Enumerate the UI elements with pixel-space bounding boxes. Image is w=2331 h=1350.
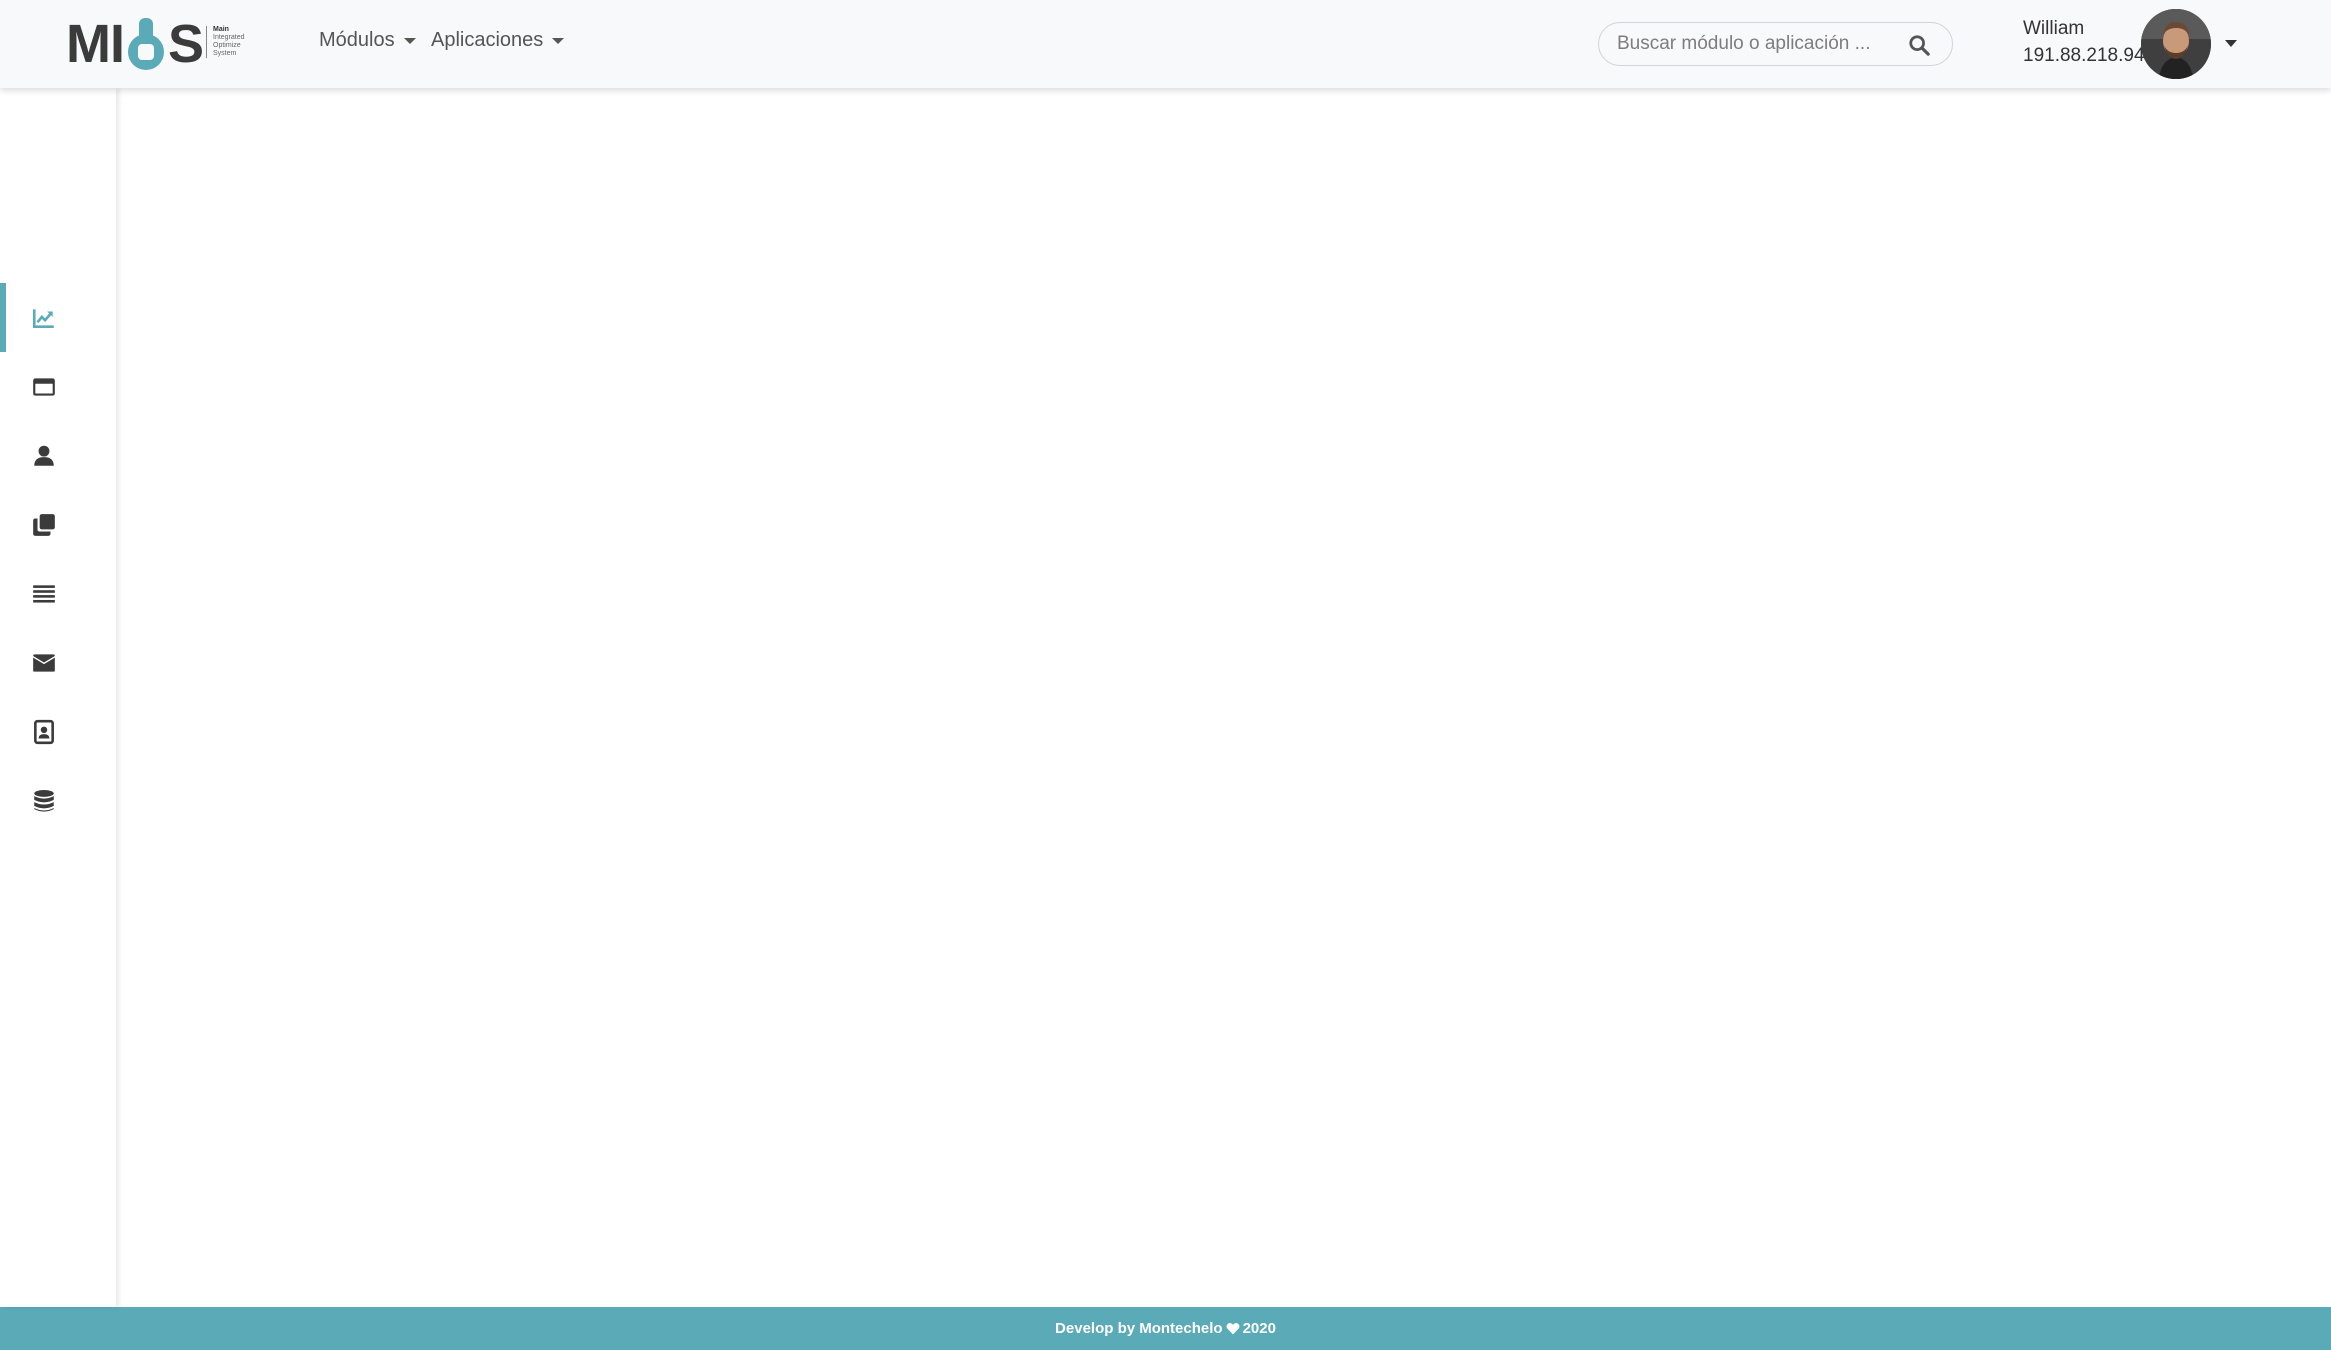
clone-icon	[33, 513, 55, 536]
top-navbar: MI S Main Integrated Optimize System Mód…	[0, 0, 2331, 88]
logo-tagline-line: Integrated	[213, 34, 245, 41]
caret-down-icon	[403, 37, 416, 44]
user-ip: 191.88.218.94	[2023, 45, 2145, 66]
aplicaciones-label: Aplicaciones	[431, 29, 544, 51]
database-icon	[34, 789, 54, 812]
search-input[interactable]	[1617, 33, 1907, 55]
sidebar-item-users[interactable]	[0, 421, 116, 490]
modulos-dropdown[interactable]: Módulos	[319, 29, 416, 52]
logo-flask-icon	[126, 16, 166, 72]
sidebar	[0, 88, 116, 1307]
logo-wordmark: MI S	[66, 14, 204, 74]
user-menu-caret-icon[interactable]	[2225, 40, 2237, 47]
logo-tagline: Main Integrated Optimize System	[206, 26, 245, 58]
search-icon[interactable]	[1908, 34, 1930, 56]
logo-tagline-line: Optimize	[213, 42, 241, 49]
aplicaciones-dropdown[interactable]: Aplicaciones	[431, 29, 565, 52]
sidebar-item-copies[interactable]	[0, 490, 116, 559]
sidebar-item-mail[interactable]	[0, 628, 116, 697]
sidebar-item-dashboard[interactable]	[0, 283, 116, 352]
logo-text-right: S	[168, 14, 204, 74]
user-icon	[34, 445, 54, 466]
modulos-label: Módulos	[319, 29, 395, 51]
caret-down-icon	[552, 37, 565, 44]
footer-year: 2020	[1242, 1320, 1276, 1337]
logo-tagline-line: Main	[213, 26, 229, 33]
main-content	[116, 88, 2331, 1307]
footer: Develop by Montechelo 2020	[0, 1307, 2331, 1350]
address-book-icon	[34, 719, 54, 744]
chart-line-icon	[32, 308, 54, 328]
list-icon	[33, 584, 55, 603]
avatar-photo-icon	[2141, 9, 2211, 79]
search-box	[1598, 22, 1953, 66]
user-avatar[interactable]	[2141, 9, 2211, 79]
user-name: William	[2023, 18, 2085, 39]
footer-credit: Develop by Montechelo	[1055, 1320, 1223, 1337]
window-icon	[33, 377, 55, 396]
logo-tagline-line: System	[213, 50, 237, 57]
logo-text-left: MI	[66, 14, 125, 74]
sidebar-item-window[interactable]	[0, 352, 116, 421]
mios-logo[interactable]: MI S Main Integrated Optimize System	[66, 14, 246, 74]
heart-icon	[1226, 1322, 1240, 1335]
sidebar-item-database[interactable]	[0, 766, 116, 835]
sidebar-item-contacts[interactable]	[0, 697, 116, 766]
sidebar-item-list[interactable]	[0, 559, 116, 628]
envelope-icon	[33, 653, 55, 672]
